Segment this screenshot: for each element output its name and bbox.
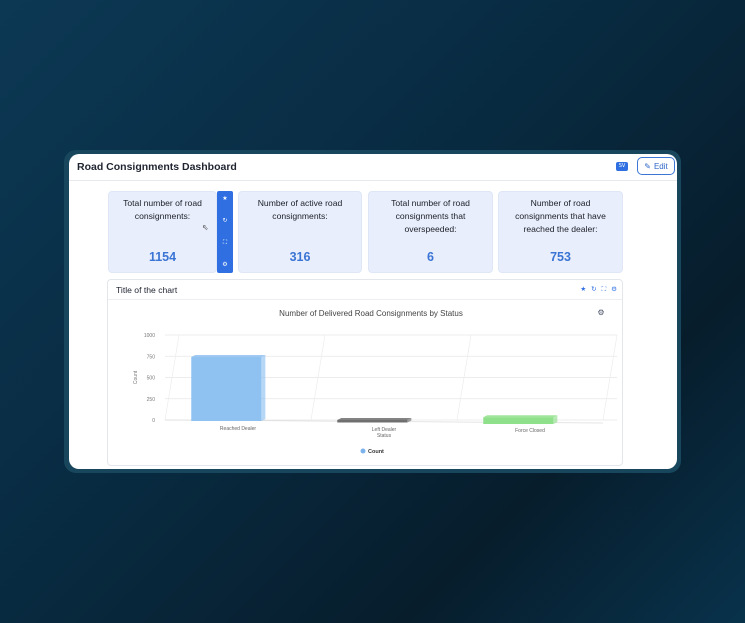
settings-icon[interactable]: ⚙ [611,285,617,294]
kpi-label: Total number of road consignments: [123,198,202,221]
pencil-square-icon: ✎ [644,161,651,171]
dashboard-window: Road Consignments Dashboard SV ✎ Edit To… [69,154,677,469]
y-tick-label: 250 [147,397,156,403]
chart-panel-title: Title of the chart [116,285,178,295]
kpi-value: 316 [289,250,311,264]
chart-title: Number of Delivered Road Consignments by… [279,309,463,318]
bar-top [337,417,412,420]
star-icon[interactable]: ★ [580,285,586,294]
bar-chart: Number of Delivered Road Consignments by… [133,308,618,455]
dashboard-header: Road Consignments Dashboard SV ✎ Edit [69,154,677,181]
kpi-card-total[interactable]: Total number of road consignments: 1154 [108,191,217,273]
bar-side [261,354,266,421]
kpi-value: 6 [427,250,434,264]
star-icon[interactable]: ★ [217,195,233,202]
y-tick-label: 0 [152,418,155,424]
edit-button-label: Edit [653,161,668,171]
kpi-card-overspeeded[interactable]: Total number of road consignments that o… [368,191,493,273]
y-axis-label: Count [133,370,139,384]
y-tick-label: 750 [147,354,156,360]
dashboard-title: Road Consignments Dashboard [77,161,237,173]
refresh-icon[interactable]: ↻ [591,285,596,294]
kpi-card-reached-dealer[interactable]: Number of road consignments that have re… [498,191,623,273]
chart-panel-toolbar: ★ ↻ ⛶ ⚙ [580,285,617,294]
bar-top [483,415,558,418]
kpi-card-toolbar: ★ ↻ ⛶ ⚙ [217,191,233,273]
kpi-label: Number of active road consignments: [257,198,343,221]
chart-panel-header: Title of the chart ★ ↻ ⛶ ⚙ [108,280,622,300]
bar [191,356,262,421]
legend-label: Count [368,449,384,455]
edit-button[interactable]: ✎ Edit [637,157,675,175]
refresh-icon[interactable]: ↻ [217,217,233,224]
bar-top [191,354,266,357]
settings-icon[interactable]: ⚙ [217,261,233,268]
mouse-cursor-icon: ⇖ [202,223,209,232]
bar [337,419,408,423]
legend-marker [360,448,366,454]
x-tick-label: Force Closed [515,428,545,434]
kpi-label: Total number of road consignments that o… [391,198,470,234]
chart-panel: Title of the chart ★ ↻ ⛶ ⚙ Number of Del… [107,279,623,466]
chart-settings-icon: ⚙ [597,308,604,317]
kpi-value: 753 [550,250,571,264]
kpi-value: 1154 [148,250,177,264]
kpi-card-active[interactable]: Number of active road consignments: 316 [238,191,362,273]
expand-icon[interactable]: ⛶ [217,239,233,247]
x-axis-label: Status [377,433,392,439]
kpi-label: Number of road consignments that have re… [515,198,606,234]
x-tick-label: Reached Dealer [220,426,256,432]
y-tick-label: 1000 [144,333,155,339]
bar [483,417,554,424]
expand-icon[interactable]: ⛶ [602,285,607,294]
y-tick-label: 500 [147,376,156,382]
export-button[interactable]: SV [616,162,628,171]
